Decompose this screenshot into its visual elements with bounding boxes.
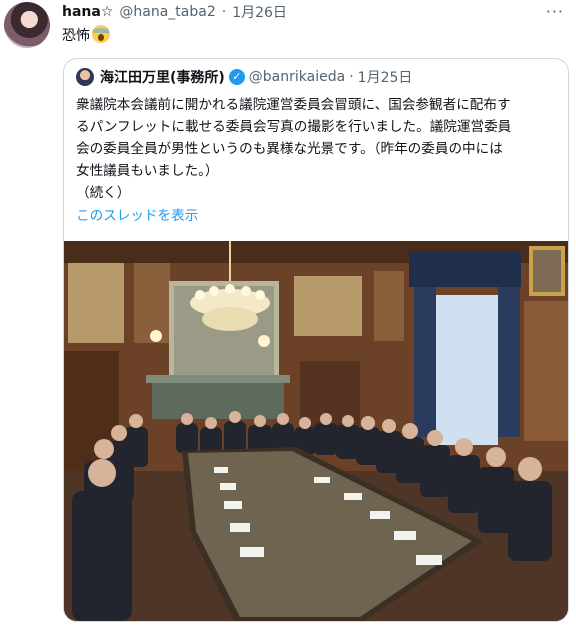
- quoted-tweet-text: 衆議院本会議前に開かれる議院運営委員会冒頭に、国会参観者に配布す るパンフレット…: [76, 94, 564, 204]
- quoted-tweet-date: 1月25日: [357, 70, 413, 86]
- quoted-tweet-card[interactable]: 海江田万里(事務所) ✓ @banrikaieda · 1月25日 衆議院本会議…: [63, 58, 569, 622]
- author-avatar[interactable]: [4, 2, 50, 48]
- tweet-header: hana☆ @hana_taba2 · 1月26日: [62, 2, 287, 22]
- quoted-text-line: 会の委員全員が男性というのも異様な光景です。（昨年の委員の中には: [76, 141, 503, 157]
- author-name[interactable]: hana☆: [62, 4, 113, 20]
- show-thread-link[interactable]: このスレッドを表示: [76, 204, 198, 224]
- face-screaming-icon: [92, 25, 110, 43]
- quoted-text-line: 衆議院本会議前に開かれる議院運営委員会冒頭に、国会参観者に配布す: [76, 97, 511, 113]
- separator-dot: ·: [349, 69, 354, 85]
- more-options-button[interactable]: ···: [546, 2, 564, 21]
- verified-badge-icon: ✓: [228, 69, 245, 85]
- quoted-author-avatar: [76, 68, 94, 86]
- tweet-text: 恐怖: [62, 25, 110, 45]
- tweet-date[interactable]: 1月26日: [232, 2, 287, 22]
- tweet-text-content: 恐怖: [62, 28, 90, 44]
- quoted-author-handle: @banrikaieda: [248, 69, 346, 85]
- quoted-author-name: 海江田万里(事務所): [100, 70, 225, 86]
- separator-dot: ·: [221, 4, 227, 20]
- quoted-text-line: るパンフレットに載せる委員会写真の撮影を行いました。議院運営委員: [76, 119, 512, 135]
- quoted-text-line: （続く）: [76, 185, 131, 201]
- quoted-text-line: 女性議員もいました。）: [76, 163, 219, 179]
- committee-photo[interactable]: [64, 241, 568, 621]
- quoted-tweet-header: 海江田万里(事務所) ✓ @banrikaieda · 1月25日: [76, 67, 412, 87]
- author-handle[interactable]: @hana_taba2: [119, 4, 215, 20]
